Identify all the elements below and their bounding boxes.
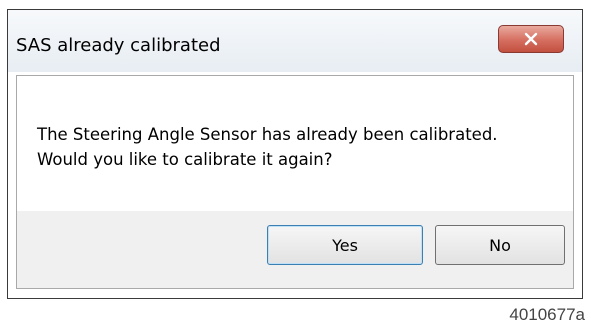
figure-id: 4010677a xyxy=(509,305,585,324)
message-line-1: The Steering Angle Sensor has already be… xyxy=(37,125,498,144)
no-button[interactable]: No xyxy=(435,225,565,265)
close-button[interactable] xyxy=(498,25,564,53)
yes-button[interactable]: Yes xyxy=(267,225,423,265)
title-bar: SAS already calibrated xyxy=(8,10,582,72)
dialog-content: The Steering Angle Sensor has already be… xyxy=(16,75,574,289)
close-icon xyxy=(524,32,538,46)
dialog-title: SAS already calibrated xyxy=(16,35,221,56)
dialog-message: The Steering Angle Sensor has already be… xyxy=(37,122,557,172)
dialog-window: SAS already calibrated The Steering Angl… xyxy=(7,9,583,299)
button-bar: Yes No xyxy=(17,211,573,288)
message-line-2: Would you like to calibrate it again? xyxy=(37,150,333,169)
